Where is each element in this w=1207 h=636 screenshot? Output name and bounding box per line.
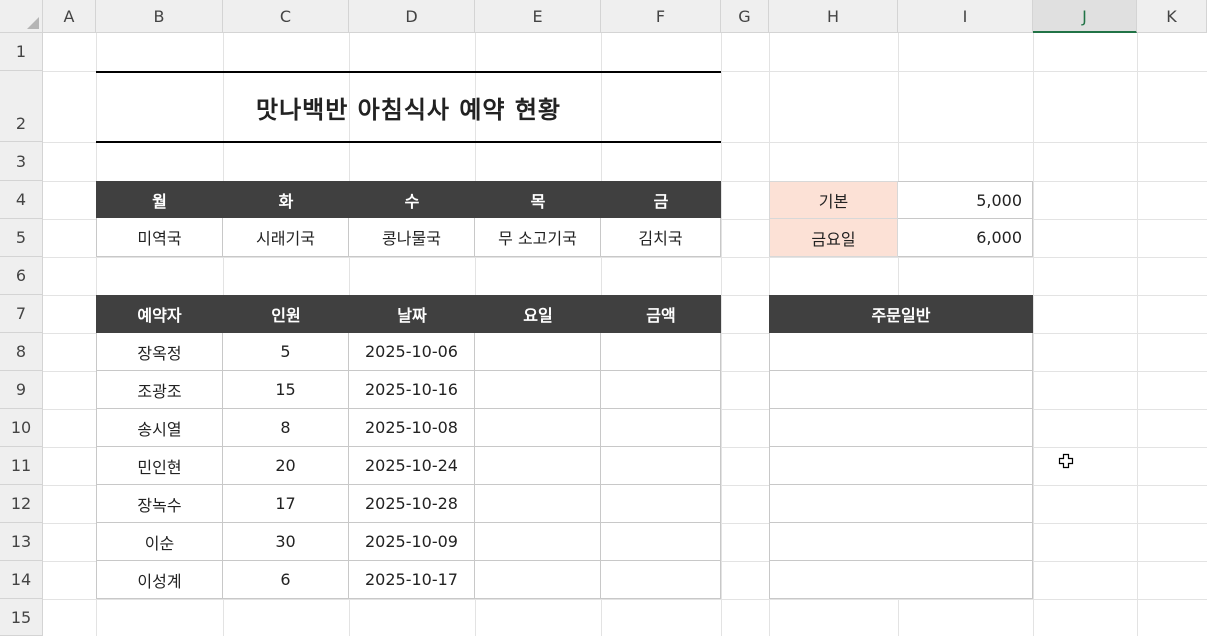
gridline-vertical xyxy=(1137,33,1138,636)
general-orders-cell[interactable] xyxy=(769,523,1033,561)
general-orders-header[interactable]: 주문일반 xyxy=(769,295,1033,333)
row-header-4[interactable]: 4 xyxy=(0,181,43,219)
general-orders-cell[interactable] xyxy=(769,485,1033,523)
reservation-cell-금액[interactable] xyxy=(601,523,721,561)
column-header-h[interactable]: H xyxy=(769,0,898,33)
gridline-horizontal xyxy=(43,599,1207,600)
price-friday-value[interactable]: 6,000 xyxy=(898,219,1033,257)
column-header-a[interactable]: A xyxy=(43,0,96,33)
reservation-cell-날짜[interactable]: 2025-10-16 xyxy=(349,371,475,409)
reservation-cell-인원[interactable]: 17 xyxy=(223,485,349,523)
column-header-c[interactable]: C xyxy=(223,0,349,33)
menu-day-fri[interactable]: 금 xyxy=(601,181,721,218)
reservation-cell-예약자[interactable]: 민인현 xyxy=(96,447,223,485)
reservation-header-amount[interactable]: 금액 xyxy=(601,295,721,333)
gridline-horizontal xyxy=(43,257,1207,258)
row-header-6[interactable]: 6 xyxy=(0,257,43,295)
menu-day-mon[interactable]: 월 xyxy=(96,181,223,218)
menu-dish-mon[interactable]: 미역국 xyxy=(96,218,223,257)
reservation-cell-요일[interactable] xyxy=(475,447,601,485)
row-header-3[interactable]: 3 xyxy=(0,142,43,181)
reservation-cell-요일[interactable] xyxy=(475,561,601,599)
reservation-cell-예약자[interactable]: 장녹수 xyxy=(96,485,223,523)
price-basic-value[interactable]: 5,000 xyxy=(898,181,1033,219)
gridline-vertical xyxy=(721,33,722,636)
reservation-cell-금액[interactable] xyxy=(601,409,721,447)
spreadsheet-grid[interactable]: 맛나백반 아침식사 예약 현황 월 화 수 목 금 미역국 시래기국 콩나물국 … xyxy=(0,0,1207,636)
reservation-cell-금액[interactable] xyxy=(601,447,721,485)
row-header-10[interactable]: 10 xyxy=(0,409,43,447)
reservation-header-weekday[interactable]: 요일 xyxy=(475,295,601,333)
reservation-header-name[interactable]: 예약자 xyxy=(96,295,223,333)
reservation-cell-예약자[interactable]: 송시열 xyxy=(96,409,223,447)
reservation-header-people[interactable]: 인원 xyxy=(223,295,349,333)
column-header-d[interactable]: D xyxy=(349,0,475,33)
reservation-cell-날짜[interactable]: 2025-10-28 xyxy=(349,485,475,523)
price-friday-label[interactable]: 금요일 xyxy=(769,219,898,257)
reservation-cell-요일[interactable] xyxy=(475,371,601,409)
menu-day-tue[interactable]: 화 xyxy=(223,181,349,218)
general-orders-cell[interactable] xyxy=(769,561,1033,599)
menu-dish-fri[interactable]: 김치국 xyxy=(601,218,721,257)
general-orders-cell[interactable] xyxy=(769,447,1033,485)
reservation-cell-인원[interactable]: 15 xyxy=(223,371,349,409)
row-header-7[interactable]: 7 xyxy=(0,295,43,333)
reservation-cell-인원[interactable]: 20 xyxy=(223,447,349,485)
menu-dish-wed[interactable]: 콩나물국 xyxy=(349,218,475,257)
column-header-e[interactable]: E xyxy=(475,0,601,33)
select-all-triangle-icon xyxy=(27,17,39,29)
reservation-cell-예약자[interactable]: 장옥정 xyxy=(96,333,223,371)
reservation-cell-요일[interactable] xyxy=(475,333,601,371)
price-basic-label[interactable]: 기본 xyxy=(769,181,898,219)
row-header-15[interactable]: 15 xyxy=(0,599,43,636)
reservation-cell-인원[interactable]: 5 xyxy=(223,333,349,371)
reservation-cell-요일[interactable] xyxy=(475,523,601,561)
select-all-button[interactable] xyxy=(0,0,43,33)
column-header-j[interactable]: J xyxy=(1033,0,1137,33)
row-header-12[interactable]: 12 xyxy=(0,485,43,523)
title-bottom-border xyxy=(96,141,721,143)
reservation-cell-금액[interactable] xyxy=(601,485,721,523)
row-header-14[interactable]: 14 xyxy=(0,561,43,599)
excel-cross-cursor-icon xyxy=(1058,453,1074,469)
row-header-2[interactable]: 2 xyxy=(0,71,43,142)
column-header-f[interactable]: F xyxy=(601,0,721,33)
reservation-cell-날짜[interactable]: 2025-10-06 xyxy=(349,333,475,371)
reservation-cell-날짜[interactable]: 2025-10-09 xyxy=(349,523,475,561)
general-orders-cell[interactable] xyxy=(769,409,1033,447)
column-header-b[interactable]: B xyxy=(96,0,223,33)
reservation-cell-인원[interactable]: 30 xyxy=(223,523,349,561)
reservation-cell-인원[interactable]: 8 xyxy=(223,409,349,447)
menu-dish-tue[interactable]: 시래기국 xyxy=(223,218,349,257)
gridline-vertical xyxy=(1033,33,1034,636)
page-title[interactable]: 맛나백반 아침식사 예약 현황 xyxy=(96,72,721,142)
menu-day-wed[interactable]: 수 xyxy=(349,181,475,218)
row-header-11[interactable]: 11 xyxy=(0,447,43,485)
row-header-5[interactable]: 5 xyxy=(0,219,43,257)
reservation-cell-금액[interactable] xyxy=(601,371,721,409)
row-header-8[interactable]: 8 xyxy=(0,333,43,371)
row-header-1[interactable]: 1 xyxy=(0,33,43,71)
reservation-cell-예약자[interactable]: 조광조 xyxy=(96,371,223,409)
row-header-13[interactable]: 13 xyxy=(0,523,43,561)
menu-dish-thu[interactable]: 무 소고기국 xyxy=(475,218,601,257)
column-header-g[interactable]: G xyxy=(721,0,769,33)
reservation-cell-날짜[interactable]: 2025-10-17 xyxy=(349,561,475,599)
reservation-cell-요일[interactable] xyxy=(475,485,601,523)
reservation-cell-요일[interactable] xyxy=(475,409,601,447)
general-orders-cell[interactable] xyxy=(769,333,1033,371)
reservation-cell-날짜[interactable]: 2025-10-08 xyxy=(349,409,475,447)
row-header-9[interactable]: 9 xyxy=(0,371,43,409)
reservation-cell-날짜[interactable]: 2025-10-24 xyxy=(349,447,475,485)
reservation-cell-인원[interactable]: 6 xyxy=(223,561,349,599)
column-header-k[interactable]: K xyxy=(1137,0,1207,33)
reservation-cell-예약자[interactable]: 이성계 xyxy=(96,561,223,599)
reservation-cell-금액[interactable] xyxy=(601,561,721,599)
reservation-header-date[interactable]: 날짜 xyxy=(349,295,475,333)
general-orders-cell[interactable] xyxy=(769,371,1033,409)
reservation-cell-예약자[interactable]: 이순 xyxy=(96,523,223,561)
menu-day-thu[interactable]: 목 xyxy=(475,181,601,218)
reservation-cell-금액[interactable] xyxy=(601,333,721,371)
column-header-i[interactable]: I xyxy=(898,0,1033,33)
